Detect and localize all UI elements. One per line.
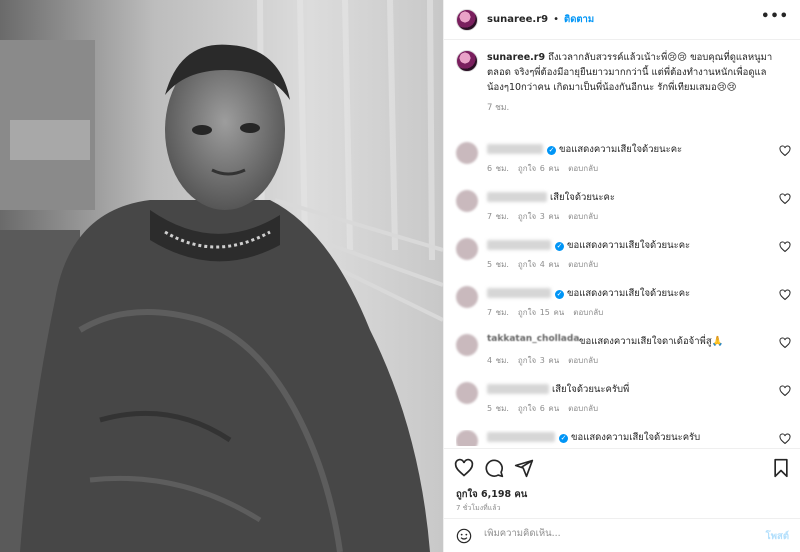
separator-dot: • (553, 14, 560, 25)
avatar[interactable] (456, 8, 478, 31)
photo-elderly-woman (0, 0, 443, 552)
heart-icon[interactable] (454, 458, 474, 478)
heart-icon[interactable] (779, 289, 791, 301)
comment-likes[interactable]: ถูกใจ 4 คน (518, 260, 559, 269)
comment-text: ✓ ขอแสดงความเสียใจด้วยนะคะ (547, 144, 683, 155)
reply-button[interactable]: ตอบกลับ (568, 356, 598, 365)
comment-username-blurred[interactable] (487, 384, 549, 394)
comment-row: ✓ ขอแสดงความเสียใจด้วยนะคะ 7 ชม. ถูกใจ 15 … (456, 286, 791, 326)
comment-text: เสียใจด้วยนะคะ (550, 192, 615, 203)
post-timestamp: 7 ชั่วโมงที่แล้ว (456, 504, 501, 512)
caption-avatar[interactable] (456, 50, 478, 72)
action-bar: ถูกใจ 6,198 คน 7 ชั่วโมงที่แล้ว (444, 448, 800, 516)
reply-button[interactable]: ตอบกลับ (568, 164, 598, 173)
comment-avatar[interactable] (456, 430, 478, 446)
post-comment-button[interactable]: โพสต์ (766, 529, 789, 544)
post-sidebar: sunaree.r9 • ติดตาม ••• sunaree.r9 ถึงเว… (443, 0, 800, 552)
reply-button[interactable]: ตอบกลับ (573, 308, 603, 317)
comment-composer: โพสต์ (444, 518, 800, 552)
emoji-icon[interactable] (456, 528, 472, 544)
comment-avatar[interactable] (456, 142, 478, 164)
comment-likes[interactable]: ถูกใจ 6 คน (518, 164, 559, 173)
post-username[interactable]: sunaree.r9 (487, 14, 548, 25)
comment-meta: 5 ชม. ถูกใจ 6 คน ตอบกลับ (487, 404, 599, 413)
post-caption: sunaree.r9 ถึงเวลากลับสวรรค์แล้วเน้าะพี่… (456, 50, 786, 116)
verified-icon: ✓ (555, 290, 564, 299)
comment-meta: 7 ชม. ถูกใจ 3 คน ตอบกลับ (487, 212, 599, 221)
post-header: sunaree.r9 • ติดตาม ••• (444, 0, 800, 40)
comment-icon[interactable] (484, 458, 504, 478)
heart-icon[interactable] (779, 433, 791, 445)
comment-text: ✓ ขอแสดงความเสียใจด้วยนะคะ (555, 240, 691, 251)
comment-avatar[interactable] (456, 334, 478, 356)
comment-text: ✓ ขอแสดงความเสียใจด้วยนะคะ (555, 288, 691, 299)
comment-meta: 5 ชม. ถูกใจ 4 คน ตอบกลับ (487, 260, 599, 269)
comment-row: เสียใจด้วยนะคะ 7 ชม. ถูกใจ 3 คน ตอบกลับ (456, 190, 791, 230)
comment-row: ✓ ขอแสดงความเสียใจด้วยนะคะ 6 ชม. ถูกใจ 6 ค… (456, 142, 791, 182)
comment-row: ✓ ขอแสดงความเสียใจด้วยนะครับ (456, 430, 791, 446)
comment-avatar[interactable] (456, 286, 478, 308)
heart-icon[interactable] (779, 385, 791, 397)
follow-button[interactable]: ติดตาม (564, 12, 594, 27)
caption-body: sunaree.r9 ถึงเวลากลับสวรรค์แล้วเน้าะพี่… (487, 50, 786, 116)
comment-avatar[interactable] (456, 238, 478, 260)
comment-likes[interactable]: ถูกใจ 3 คน (518, 356, 559, 365)
heart-icon[interactable] (779, 337, 791, 349)
comment-avatar[interactable] (456, 382, 478, 404)
comment-likes[interactable]: ถูกใจ 3 คน (518, 212, 559, 221)
comment-username-blurred[interactable] (487, 432, 555, 442)
reply-button[interactable]: ตอบกลับ (568, 212, 598, 221)
comment-meta: 6 ชม. ถูกใจ 6 คน ตอบกลับ (487, 164, 599, 173)
caption-time: 7 ชม. (487, 103, 510, 113)
comment-meta: 7 ชม. ถูกใจ 15 คน ตอบกลับ (487, 308, 604, 317)
heart-icon[interactable] (779, 193, 791, 205)
verified-icon: ✓ (555, 242, 564, 251)
heart-icon[interactable] (779, 145, 791, 157)
heart-icon[interactable] (779, 241, 791, 253)
caption-username[interactable]: sunaree.r9 (487, 52, 545, 63)
comment-input[interactable] (484, 528, 744, 539)
comment-text: เสียใจด้วยนะครับพี่ (552, 384, 630, 395)
post-photo[interactable] (0, 0, 443, 552)
comment-username-blurred[interactable] (487, 240, 551, 250)
comment-likes[interactable]: ถูกใจ 6 คน (518, 404, 559, 413)
reply-button[interactable]: ตอบกลับ (568, 404, 598, 413)
comment-row: เสียใจด้วยนะครับพี่ 5 ชม. ถูกใจ 6 คน ตอบกล… (456, 382, 791, 422)
comment-username-blurred[interactable] (487, 144, 543, 154)
verified-icon: ✓ (559, 434, 568, 443)
comment-text: ✓ ขอแสดงความเสียใจด้วยนะครับ (559, 432, 701, 443)
comment-username-blurred[interactable] (487, 192, 547, 202)
comment-text: ขอแสดงความเสียใจดาเด้อจ้าพี่สู🙏 (579, 336, 724, 347)
instagram-post: sunaree.r9 • ติดตาม ••• sunaree.r9 ถึงเว… (0, 0, 800, 552)
verified-icon: ✓ (547, 146, 556, 155)
share-icon[interactable] (514, 458, 534, 478)
bookmark-icon[interactable] (771, 458, 791, 478)
comment-meta: 4 ชม. ถูกใจ 3 คน ตอบกลับ (487, 356, 599, 365)
comment-row: takkatan_chollada ขอแสดงความเสียใจดาเด้อ… (456, 334, 791, 374)
reply-button[interactable]: ตอบกลับ (568, 260, 598, 269)
comment-avatar[interactable] (456, 190, 478, 212)
comment-likes[interactable]: ถูกใจ 15 คน (518, 308, 564, 317)
like-count[interactable]: ถูกใจ 6,198 คน (456, 487, 527, 502)
comment-username-blurred[interactable] (487, 288, 551, 298)
comment-row: ✓ ขอแสดงความเสียใจด้วยนะคะ 5 ชม. ถูกใจ 4 ค… (456, 238, 791, 278)
more-icon[interactable]: ••• (761, 10, 789, 24)
comment-username[interactable]: takkatan_chollada (487, 334, 579, 344)
